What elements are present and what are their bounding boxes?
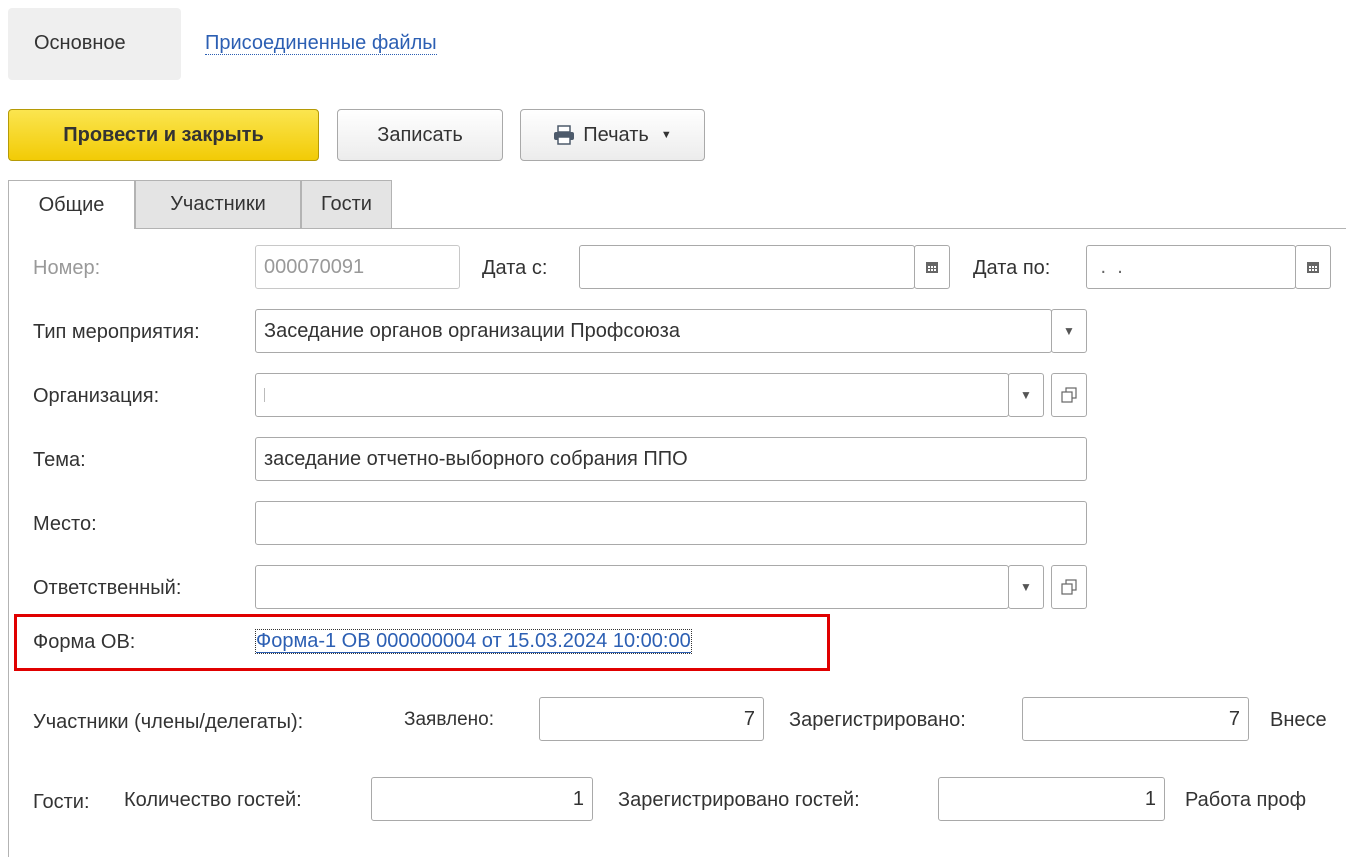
number-field[interactable]: 000070091 <box>255 245 460 289</box>
tab-guests[interactable]: Гости <box>301 180 392 228</box>
participants-declared-label: Заявлено: <box>404 709 494 730</box>
guests-registered-label: Зарегистрировано гостей: <box>618 789 860 811</box>
post-and-close-button[interactable]: Провести и закрыть <box>8 109 319 161</box>
responsible-field[interactable] <box>255 565 1009 609</box>
guests-work-label: Работа проф <box>1185 789 1307 811</box>
participants-registered-field[interactable]: 7 <box>1022 697 1249 741</box>
print-button[interactable]: Печать ▼ <box>520 109 705 161</box>
nav-main-label: Основное <box>34 32 126 54</box>
participants-registered-value: 7 <box>1228 707 1240 730</box>
number-value: 000070091 <box>264 255 365 278</box>
organization-open-button[interactable] <box>1051 373 1087 417</box>
event-type-label: Тип мероприятия: <box>33 321 200 343</box>
event-type-value: Заседание органов организации Профсоюза <box>264 319 680 342</box>
date-to-label: Дата по: <box>973 257 1051 279</box>
tab-divider <box>8 228 1346 229</box>
open-form-icon <box>1061 387 1077 403</box>
nav-attached-files-link[interactable]: Присоединенные файлы <box>205 32 437 55</box>
date-to-field[interactable]: . . <box>1086 245 1296 289</box>
place-label: Место: <box>33 513 97 535</box>
post-and-close-label: Провести и закрыть <box>63 123 264 146</box>
event-type-dropdown-button[interactable]: ▼ <box>1051 309 1087 353</box>
date-to-value: . . <box>1095 255 1123 278</box>
guests-registered-value: 1 <box>1144 787 1156 810</box>
chevron-down-icon: ▼ <box>1020 388 1032 402</box>
printer-icon <box>554 125 575 145</box>
date-to-calendar-button[interactable] <box>1295 245 1331 289</box>
date-from-field[interactable] <box>579 245 915 289</box>
guests-registered-field[interactable]: 1 <box>938 777 1165 821</box>
form-ov-label: Форма ОВ: <box>33 631 136 653</box>
print-label: Печать <box>583 123 649 146</box>
place-field[interactable] <box>255 501 1087 545</box>
chevron-down-icon: ▼ <box>1063 324 1075 338</box>
topic-value: заседание отчетно-выборного собрания ППО <box>264 447 688 470</box>
organization-field[interactable] <box>255 373 1009 417</box>
responsible-dropdown-button[interactable]: ▼ <box>1008 565 1044 609</box>
guests-count-value: 1 <box>572 787 584 810</box>
organization-dropdown-button[interactable]: ▼ <box>1008 373 1044 417</box>
participants-label: Участники (члены/делегаты): <box>33 711 304 733</box>
topic-field[interactable]: заседание отчетно-выборного собрания ППО <box>255 437 1087 481</box>
responsible-open-button[interactable] <box>1051 565 1087 609</box>
tab-participants-label: Участники <box>170 193 266 215</box>
guests-count-label: Количество гостей: <box>124 789 302 811</box>
save-button[interactable]: Записать <box>337 109 503 161</box>
tab-general-label: Общие <box>38 193 105 216</box>
participants-declared-field[interactable]: 7 <box>539 697 764 741</box>
event-type-field[interactable]: Заседание органов организации Профсоюза <box>255 309 1052 353</box>
save-label: Записать <box>377 123 463 146</box>
nav-main-section[interactable]: Основное <box>8 8 181 80</box>
responsible-label: Ответственный: <box>33 577 182 599</box>
tab-panel-border <box>8 228 9 857</box>
topic-label: Тема: <box>33 449 86 471</box>
guests-label: Гости: <box>33 791 90 813</box>
participants-declared-value: 7 <box>743 707 755 730</box>
guests-count-field[interactable]: 1 <box>371 777 593 821</box>
tab-general[interactable]: Общие <box>8 180 135 229</box>
chevron-down-icon: ▼ <box>660 129 672 141</box>
chevron-down-icon: ▼ <box>1020 580 1032 594</box>
date-from-calendar-button[interactable] <box>914 245 950 289</box>
text-cursor <box>264 388 265 402</box>
date-from-label: Дата с: <box>482 257 548 279</box>
open-form-icon <box>1061 579 1077 595</box>
tab-guests-label: Гости <box>321 193 372 215</box>
calendar-icon <box>1307 262 1319 273</box>
participants-registered-label: Зарегистрировано: <box>789 709 966 731</box>
form-ov-link[interactable]: Форма-1 ОВ 000000004 от 15.03.2024 10:00… <box>255 629 692 654</box>
participants-added-label: Внесе <box>1270 709 1327 731</box>
calendar-icon <box>926 262 938 273</box>
tab-participants[interactable]: Участники <box>135 180 301 228</box>
organization-label: Организация: <box>33 385 160 407</box>
number-label: Номер: <box>33 257 101 279</box>
